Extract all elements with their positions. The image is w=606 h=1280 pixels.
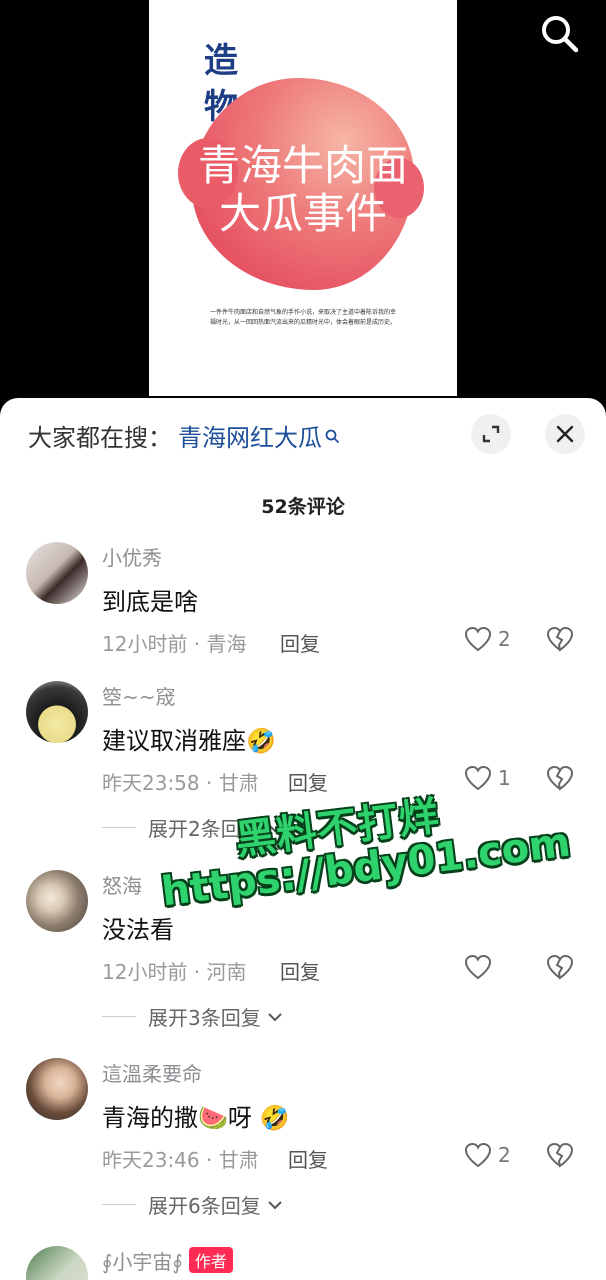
heart-icon xyxy=(464,626,492,652)
expand-divider xyxy=(102,1204,136,1205)
small-search-icon xyxy=(325,429,339,443)
broken-heart-icon xyxy=(546,1142,574,1168)
comment-username[interactable]: 這溫柔要命 xyxy=(102,1058,202,1087)
close-button[interactable] xyxy=(545,414,585,454)
comment-username[interactable]: ∮小宇宙∮ 作者 xyxy=(102,1246,233,1275)
expand-replies-label: 展开3条回复 xyxy=(148,1006,261,1030)
reply-button[interactable]: 回复 xyxy=(288,1144,328,1173)
comment-meta: 昨天23:46 · 甘肃 xyxy=(102,1148,259,1172)
video-player[interactable]: 造物 青海牛肉面大瓜事件 一件件牛肉面店和自然气象的手作小说，来取决了主道中着陈… xyxy=(0,0,606,420)
reply-button[interactable]: 回复 xyxy=(280,628,320,657)
like-button[interactable] xyxy=(464,954,498,980)
avatar[interactable] xyxy=(26,542,88,604)
video-poster: 造物 青海牛肉面大瓜事件 一件件牛肉面店和自然气象的手作小说，来取决了主道中着陈… xyxy=(149,0,457,396)
comment-text: 到底是啥 xyxy=(102,588,198,616)
dislike-button[interactable] xyxy=(546,954,574,984)
expand-icon xyxy=(482,425,500,443)
avatar[interactable] xyxy=(26,681,88,743)
comment-count: 52条评论 xyxy=(261,496,345,518)
expand-fullscreen-button[interactable] xyxy=(471,414,511,454)
expand-divider xyxy=(102,827,136,828)
expand-replies-label: 展开6条回复 xyxy=(148,1194,261,1218)
search-button[interactable] xyxy=(538,12,582,56)
comment-text: 青海的撒🍉呀 🤣 xyxy=(102,1104,290,1132)
comment-meta: 昨天23:58 · 甘肃 xyxy=(102,771,259,795)
broken-heart-icon xyxy=(546,954,574,980)
search-icon xyxy=(542,16,579,53)
comment-username-text: ∮小宇宙∮ xyxy=(102,1250,183,1274)
expand-divider xyxy=(102,1016,136,1017)
avatar[interactable] xyxy=(26,1246,88,1280)
dislike-button[interactable] xyxy=(546,626,574,656)
trending-search-bar: 大家都在搜： 青海网红大瓜 xyxy=(28,418,340,453)
like-button[interactable]: 2 xyxy=(464,626,511,652)
comment-meta: 12小时前 · 青海 xyxy=(102,632,247,656)
comment-username[interactable]: 怒海 xyxy=(102,870,142,899)
comment-username[interactable]: 小优秀 xyxy=(102,542,162,571)
poster-description: 一件件牛肉面店和自然气象的手作小说，来取决了主道中着陈诉我的幸福时光，从一回回热… xyxy=(209,309,396,326)
dislike-button[interactable] xyxy=(546,1142,574,1172)
like-count: 2 xyxy=(498,1143,511,1167)
poster-title: 青海牛肉面大瓜事件 xyxy=(197,141,408,238)
like-button[interactable]: 2 xyxy=(464,1142,511,1168)
trending-search-prefix: 大家都在搜： xyxy=(28,424,172,452)
reply-button[interactable]: 回复 xyxy=(288,767,328,796)
reply-button[interactable]: 回复 xyxy=(280,956,320,985)
chevron-down-icon xyxy=(268,1012,282,1021)
heart-icon xyxy=(464,1142,492,1168)
comment-text: 没法看 xyxy=(102,916,174,944)
like-count: 2 xyxy=(498,627,511,651)
comment-text: 建议取消雅座🤣 xyxy=(102,727,276,755)
avatar[interactable] xyxy=(26,1058,88,1120)
heart-icon xyxy=(464,954,492,980)
author-badge: 作者 xyxy=(188,1247,233,1273)
trending-search-link[interactable]: 青海网红大瓜 xyxy=(178,418,322,453)
comment-username[interactable]: 箜~~窚 xyxy=(102,681,176,710)
expand-replies[interactable]: 展开6条回复 xyxy=(102,1190,283,1219)
broken-heart-icon xyxy=(546,626,574,652)
close-icon xyxy=(556,425,574,443)
expand-replies[interactable]: 展开3条回复 xyxy=(102,1002,283,1031)
avatar[interactable] xyxy=(26,870,88,932)
chevron-down-icon xyxy=(268,1200,282,1209)
